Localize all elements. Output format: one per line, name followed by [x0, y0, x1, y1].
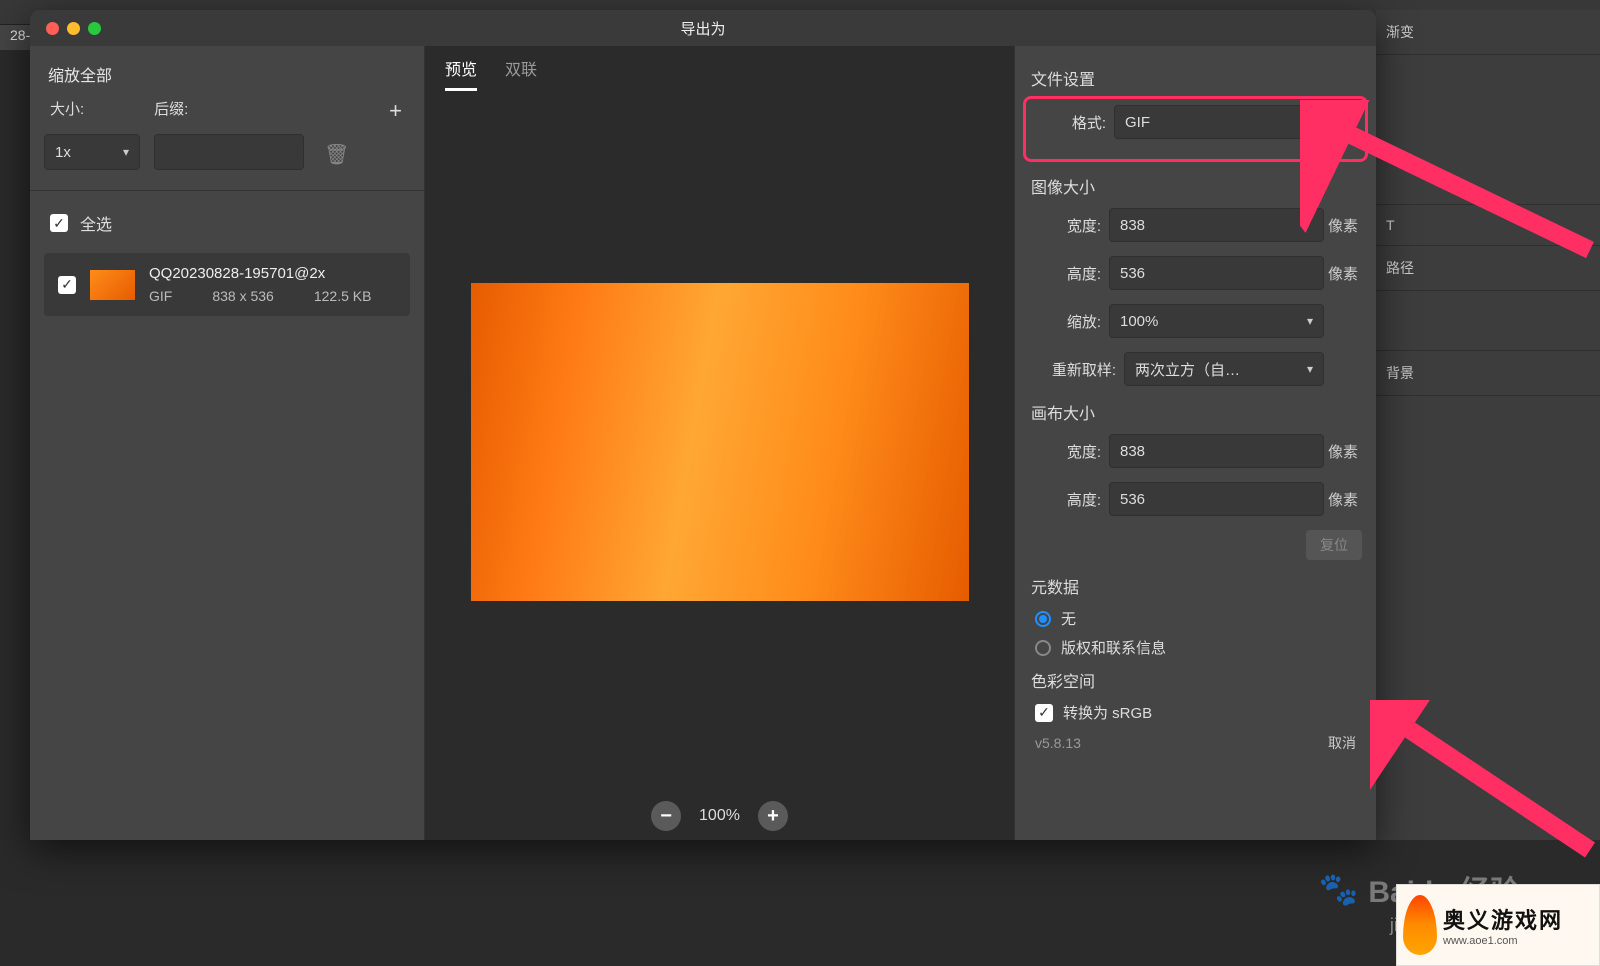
- unit-label: 像素: [1324, 441, 1362, 462]
- version-label: v5.8.13: [1035, 735, 1081, 751]
- suffix-input[interactable]: [154, 134, 304, 170]
- chevron-down-icon: ▾: [1307, 314, 1313, 328]
- bg-panel-item[interactable]: 背景: [1376, 351, 1600, 396]
- delete-scale-icon[interactable]: 🗑: [324, 142, 349, 167]
- bg-panel-item[interactable]: 渐变: [1376, 10, 1600, 55]
- file-settings-title: 文件设置: [1031, 66, 1362, 90]
- asset-filesize: 122.5 KB: [314, 288, 372, 304]
- resample-label: 重新取样:: [1029, 359, 1124, 380]
- canvas-width-input[interactable]: 838: [1109, 434, 1324, 468]
- settings-pane: 文件设置 格式: GIF▾ 图像大小 宽度: 838 像素 高度: 536 像素…: [1014, 46, 1376, 840]
- canvas-height-input[interactable]: 536: [1109, 482, 1324, 516]
- maximize-window-icon[interactable]: [88, 22, 101, 35]
- titlebar: 导出为: [30, 10, 1376, 46]
- radio-icon: [1035, 640, 1051, 656]
- close-window-icon[interactable]: [46, 22, 59, 35]
- tab-2up[interactable]: 双联: [505, 56, 537, 91]
- asset-dimensions: 838 x 536: [212, 288, 274, 304]
- image-size-title: 图像大小: [1031, 174, 1362, 198]
- height-label: 高度:: [1029, 263, 1109, 284]
- metadata-title: 元数据: [1031, 574, 1362, 598]
- radio-icon: [1035, 611, 1051, 627]
- background-right-panel: 渐变 T 路径 背景: [1376, 10, 1600, 840]
- format-select[interactable]: GIF▾: [1114, 105, 1357, 139]
- add-scale-button[interactable]: +: [389, 98, 402, 124]
- colorspace-title: 色彩空间: [1031, 668, 1362, 692]
- scale-label: 缩放:: [1029, 311, 1109, 332]
- preview-area[interactable]: [425, 91, 1014, 792]
- corner-logo-en: www.aoe1.com: [1443, 935, 1563, 947]
- minimize-window-icon[interactable]: [67, 22, 80, 35]
- asset-name: QQ20230828-195701@2x: [149, 265, 396, 282]
- zoom-level: 100%: [699, 807, 740, 825]
- export-as-dialog: 导出为 缩放全部 大小: 后缀: + 1x▾ 🗑 ✓ 全选 ✓: [30, 10, 1376, 840]
- zoom-controls: − 100% +: [425, 792, 1014, 840]
- unit-label: 像素: [1324, 489, 1362, 510]
- select-all-label: 全选: [80, 211, 112, 235]
- bg-panel-item[interactable]: 路径: [1376, 246, 1600, 291]
- width-input[interactable]: 838: [1109, 208, 1324, 242]
- scale-all-title: 缩放全部: [48, 62, 410, 86]
- unit-label: 像素: [1324, 215, 1362, 236]
- resample-select[interactable]: 两次立方（自…▾: [1124, 352, 1324, 386]
- scale-select[interactable]: 100%▾: [1109, 304, 1324, 338]
- dialog-title: 导出为: [680, 18, 725, 39]
- preview-tabs: 预览 双联: [425, 46, 1014, 91]
- chevron-down-icon: ▾: [1307, 362, 1313, 376]
- cancel-button[interactable]: 取消: [1328, 733, 1356, 753]
- chevron-down-icon: ▾: [123, 145, 129, 159]
- preview-image: [471, 283, 969, 601]
- size-select[interactable]: 1x▾: [44, 134, 140, 170]
- metadata-none-option[interactable]: 无: [1035, 608, 1362, 629]
- asset-thumbnail: [90, 270, 135, 300]
- zoom-out-button[interactable]: −: [651, 801, 681, 831]
- bg-panel-item[interactable]: T: [1376, 205, 1600, 246]
- suffix-label: 后缀:: [154, 98, 188, 124]
- window-controls: [30, 22, 101, 35]
- left-pane: 缩放全部 大小: 后缀: + 1x▾ 🗑 ✓ 全选 ✓ QQ20230828-1…: [30, 46, 425, 840]
- select-all-checkbox[interactable]: ✓: [50, 214, 68, 232]
- convert-srgb-option[interactable]: ✓转换为 sRGB: [1035, 702, 1362, 723]
- height-input[interactable]: 536: [1109, 256, 1324, 290]
- checkbox-icon: ✓: [1035, 704, 1053, 722]
- zoom-in-button[interactable]: +: [758, 801, 788, 831]
- divider: [30, 190, 424, 191]
- corner-logo: 奥义游戏网 www.aoe1.com: [1396, 884, 1600, 966]
- asset-list-item[interactable]: ✓ QQ20230828-195701@2x GIF 838 x 536 122…: [44, 253, 410, 316]
- preview-pane: 预览 双联 − 100% +: [425, 46, 1014, 840]
- width-label: 宽度:: [1029, 215, 1109, 236]
- canvas-size-title: 画布大小: [1031, 400, 1362, 424]
- flame-icon: [1403, 895, 1437, 955]
- chevron-down-icon: ▾: [1340, 115, 1346, 129]
- tab-preview[interactable]: 预览: [445, 56, 477, 91]
- corner-logo-cn: 奥义游戏网: [1443, 903, 1563, 935]
- size-label: 大小:: [50, 98, 84, 124]
- paw-icon: 🐾: [1318, 870, 1358, 908]
- unit-label: 像素: [1324, 263, 1362, 284]
- canvas-width-label: 宽度:: [1029, 441, 1109, 462]
- format-label: 格式:: [1034, 112, 1114, 133]
- reset-button[interactable]: 复位: [1306, 530, 1362, 560]
- asset-format: GIF: [149, 288, 172, 304]
- asset-checkbox[interactable]: ✓: [58, 276, 76, 294]
- metadata-copyright-option[interactable]: 版权和联系信息: [1035, 637, 1362, 658]
- format-highlight: 格式: GIF▾: [1023, 96, 1368, 162]
- canvas-height-label: 高度:: [1029, 489, 1109, 510]
